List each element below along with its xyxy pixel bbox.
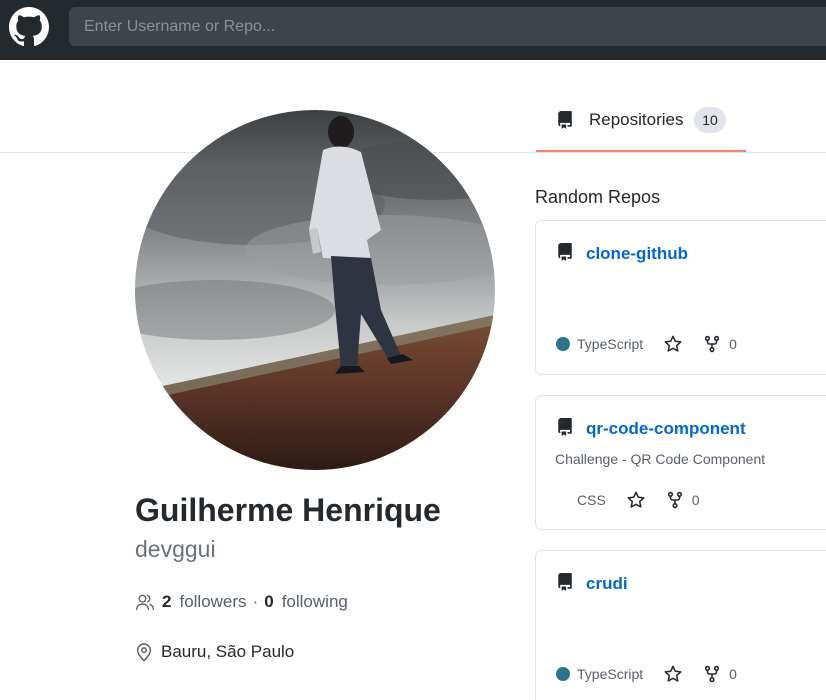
repo-icon (558, 418, 572, 436)
repo-meta: TypeScript 0 (556, 334, 737, 354)
book-icon (558, 111, 572, 129)
star-icon[interactable] (626, 490, 646, 510)
repo-name-link[interactable]: qr-code-component (586, 419, 746, 439)
github-logo-icon[interactable] (9, 7, 49, 47)
people-icon (136, 594, 154, 611)
followers-count[interactable]: 2 (162, 592, 171, 612)
tab-repositories-label: Repositories (589, 110, 684, 129)
location-pin-icon (136, 643, 152, 662)
fork-count: 0 (729, 336, 737, 352)
star-icon[interactable] (663, 334, 683, 354)
random-repos-title: Random Repos (535, 187, 661, 207)
repositories-count-badge: 10 (694, 107, 726, 133)
repo-name-link[interactable]: crudi (586, 574, 628, 594)
language-color-dot (556, 667, 570, 681)
repo-meta: TypeScript 0 (556, 664, 737, 684)
follow-separator: · (252, 592, 259, 611)
profile-name: Guilherme Henrique (135, 492, 441, 528)
avatar (135, 110, 495, 470)
repo-description: Challenge - QR Code Component (555, 451, 766, 467)
repo-name-link[interactable]: clone-github (586, 244, 688, 264)
repo-card[interactable]: crudi TypeScript 0 (535, 550, 826, 700)
profile-location: Bauru, São Paulo (135, 642, 294, 662)
search-input[interactable] (69, 7, 826, 46)
top-header (0, 0, 826, 60)
location-text: Bauru, São Paulo (161, 642, 295, 661)
repo-meta: CSS 0 (556, 490, 700, 510)
fork-icon[interactable] (666, 491, 684, 509)
repo-icon (558, 573, 572, 591)
repo-language: TypeScript (577, 336, 644, 352)
avatar-photo (135, 110, 495, 470)
star-icon[interactable] (663, 664, 683, 684)
tab-repositories[interactable]: Repositories 10 (536, 100, 746, 152)
followers-label[interactable]: followers (179, 592, 246, 612)
repo-language: TypeScript (577, 666, 644, 682)
follow-stats: 2 followers · 0 following (135, 592, 348, 612)
repo-language: CSS (577, 492, 606, 508)
fork-count: 0 (691, 492, 700, 508)
following-count[interactable]: 0 (264, 592, 273, 612)
repo-card[interactable]: clone-github TypeScript 0 (535, 220, 826, 375)
fork-count: 0 (729, 666, 737, 682)
language-color-dot (556, 337, 570, 351)
following-label[interactable]: following (282, 592, 348, 612)
repo-icon (558, 243, 572, 261)
fork-icon[interactable] (703, 335, 721, 353)
profile-username: devggui (135, 536, 216, 562)
repo-card[interactable]: qr-code-component Challenge - QR Code Co… (535, 395, 826, 530)
fork-icon[interactable] (703, 665, 721, 683)
